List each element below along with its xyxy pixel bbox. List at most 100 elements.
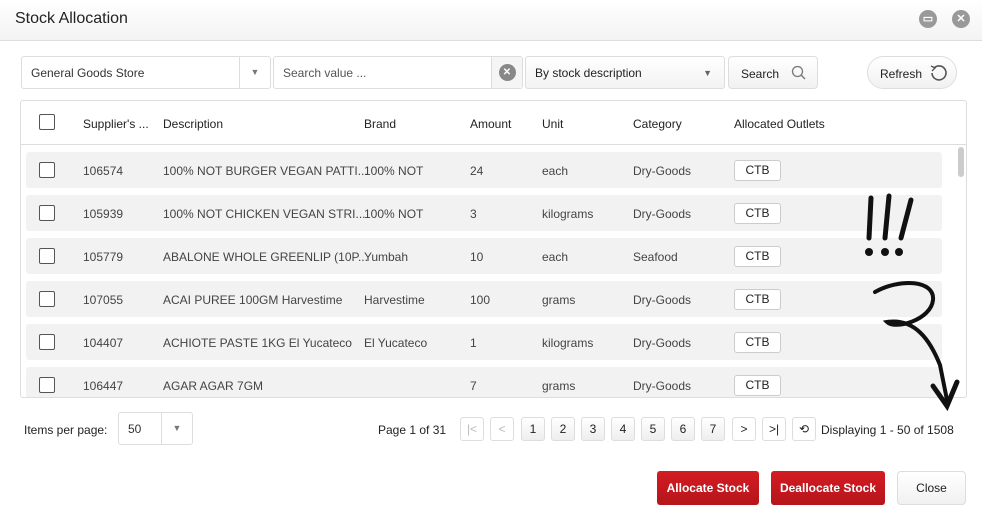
cell-brand: 100% NOT <box>364 164 424 178</box>
header-category[interactable]: Category <box>633 117 682 131</box>
outlet-tag[interactable]: CTB <box>734 332 781 353</box>
outlet-tag[interactable]: CTB <box>734 203 781 224</box>
header-outlets[interactable]: Allocated Outlets <box>734 117 825 131</box>
page-button[interactable]: 2 <box>551 417 575 441</box>
select-all-checkbox[interactable] <box>39 114 55 130</box>
outlet-tag[interactable]: CTB <box>734 160 781 181</box>
chevron-down-icon: ▼ <box>703 68 712 78</box>
search-input[interactable]: Search value ... ✕ <box>273 56 523 89</box>
page-button[interactable]: 5 <box>641 417 665 441</box>
refresh-button[interactable]: Refresh <box>867 56 957 89</box>
prev-page-button[interactable]: < <box>490 417 514 441</box>
table-row[interactable]: 105939 100% NOT CHICKEN VEGAN STRI... 100%… <box>26 195 942 231</box>
page-button[interactable]: 1 <box>521 417 545 441</box>
header-unit[interactable]: Unit <box>542 117 563 131</box>
cell-brand: Harvestime <box>364 293 425 307</box>
display-info: Displaying 1 - 50 of 1508 <box>821 423 954 437</box>
cell-supplier-code: 106574 <box>83 164 124 178</box>
refresh-icon: ⟲ <box>798 422 810 436</box>
cell-amount: 1 <box>470 336 477 350</box>
outlet-tag[interactable]: CTB <box>734 375 781 396</box>
clear-search-button[interactable]: ✕ <box>491 57 522 88</box>
cell-category: Seafood <box>633 250 678 264</box>
outlet-tag[interactable]: CTB <box>734 246 781 267</box>
deallocate-stock-button[interactable]: Deallocate Stock <box>771 471 885 505</box>
reload-button[interactable]: ⟲ <box>792 417 816 441</box>
search-button[interactable]: Search <box>728 56 818 89</box>
chevron-down-icon[interactable]: ▼ <box>239 57 270 88</box>
cell-description: ACHIOTE PASTE 1KG El Yucateco <box>163 336 352 350</box>
header-amount[interactable]: Amount <box>470 117 511 131</box>
search-icon <box>791 65 806 80</box>
cell-unit: kilograms <box>542 207 594 221</box>
cell-brand: 100% NOT <box>364 207 424 221</box>
page-button[interactable]: 6 <box>671 417 695 441</box>
cell-supplier-code: 107055 <box>83 293 124 307</box>
row-checkbox[interactable] <box>39 248 55 264</box>
handwritten-annotation <box>865 193 960 412</box>
items-per-page-label: Items per page: <box>24 423 108 437</box>
header-description[interactable]: Description <box>163 117 223 131</box>
row-checkbox[interactable] <box>39 162 55 178</box>
cell-category: Dry-Goods <box>633 336 692 350</box>
cell-category: Dry-Goods <box>633 293 692 307</box>
cell-unit: grams <box>542 379 576 393</box>
page-button[interactable]: 3 <box>581 417 605 441</box>
per-page-value: 50 <box>128 422 142 436</box>
last-page-button[interactable]: >| <box>762 417 786 441</box>
table-row[interactable]: 104407 ACHIOTE PASTE 1KG El Yucateco El Yu… <box>26 324 942 360</box>
close-button[interactable]: Close <box>897 471 966 505</box>
cell-description: 100% NOT BURGER VEGAN PATTI... <box>163 164 368 178</box>
search-placeholder: Search value ... <box>283 66 367 80</box>
store-value: General Goods Store <box>31 66 145 80</box>
table-header: Supplier's ... Description Brand Amount … <box>21 101 966 145</box>
table-row[interactable]: 107055 ACAI PUREE 100GM Harvestime Harvest… <box>26 281 942 317</box>
page-button[interactable]: 7 <box>701 417 725 441</box>
cell-amount: 24 <box>470 164 484 178</box>
table-row[interactable]: 106574 100% NOT BURGER VEGAN PATTI... 100%… <box>26 152 942 188</box>
store-select[interactable]: General Goods Store ▼ <box>21 56 271 89</box>
outlet-tag[interactable]: CTB <box>734 289 781 310</box>
chevron-down-icon[interactable]: ▼ <box>161 413 192 444</box>
minimize-icon[interactable]: ▭ <box>919 10 937 28</box>
cell-supplier-code: 106447 <box>83 379 124 393</box>
row-checkbox[interactable] <box>39 291 55 307</box>
cell-brand: Yumbah <box>364 250 409 264</box>
table-row[interactable]: 106447 AGAR AGAR 7GM 7 grams Dry-Goods CTB <box>26 367 942 397</box>
cell-amount: 3 <box>470 207 477 221</box>
page-button[interactable]: 4 <box>611 417 635 441</box>
title-bar: Stock Allocation ▭ ✕ <box>0 0 982 41</box>
scrollbar[interactable] <box>958 147 964 177</box>
row-checkbox[interactable] <box>39 334 55 350</box>
window-title: Stock Allocation <box>15 10 128 27</box>
page-info: Page 1 of 31 <box>378 423 447 437</box>
cell-description: 100% NOT CHICKEN VEGAN STRI... <box>163 207 366 221</box>
cell-supplier-code: 105939 <box>83 207 124 221</box>
row-checkbox[interactable] <box>39 205 55 221</box>
cell-description: ACAI PUREE 100GM Harvestime <box>163 293 343 307</box>
cell-category: Dry-Goods <box>633 164 692 178</box>
refresh-label: Refresh <box>880 67 923 81</box>
cell-supplier-code: 105779 <box>83 250 124 264</box>
table-row[interactable]: 105779 ABALONE WHOLE GREENLIP (10P... Yumb… <box>26 238 942 274</box>
row-checkbox[interactable] <box>39 377 55 393</box>
cell-brand: El Yucateco <box>364 336 428 350</box>
search-by-select[interactable]: By stock description ▼ <box>525 56 725 89</box>
next-page-button[interactable]: > <box>732 417 756 441</box>
allocate-stock-button[interactable]: Allocate Stock <box>657 471 759 505</box>
cell-description: AGAR AGAR 7GM <box>163 379 264 393</box>
cell-amount: 10 <box>470 250 484 264</box>
close-icon[interactable]: ✕ <box>952 10 970 28</box>
cell-category: Dry-Goods <box>633 379 692 393</box>
stock-table: Supplier's ... Description Brand Amount … <box>20 100 967 398</box>
first-page-button[interactable]: |< <box>460 417 484 441</box>
header-supplier[interactable]: Supplier's ... <box>83 117 149 131</box>
cell-category: Dry-Goods <box>633 207 692 221</box>
items-per-page-select[interactable]: 50 ▼ <box>118 412 193 445</box>
header-brand[interactable]: Brand <box>364 117 396 131</box>
cell-unit: each <box>542 250 569 264</box>
cell-unit: kilograms <box>542 336 594 350</box>
refresh-icon <box>930 65 947 81</box>
cell-amount: 7 <box>470 379 477 393</box>
cell-amount: 100 <box>470 293 491 307</box>
